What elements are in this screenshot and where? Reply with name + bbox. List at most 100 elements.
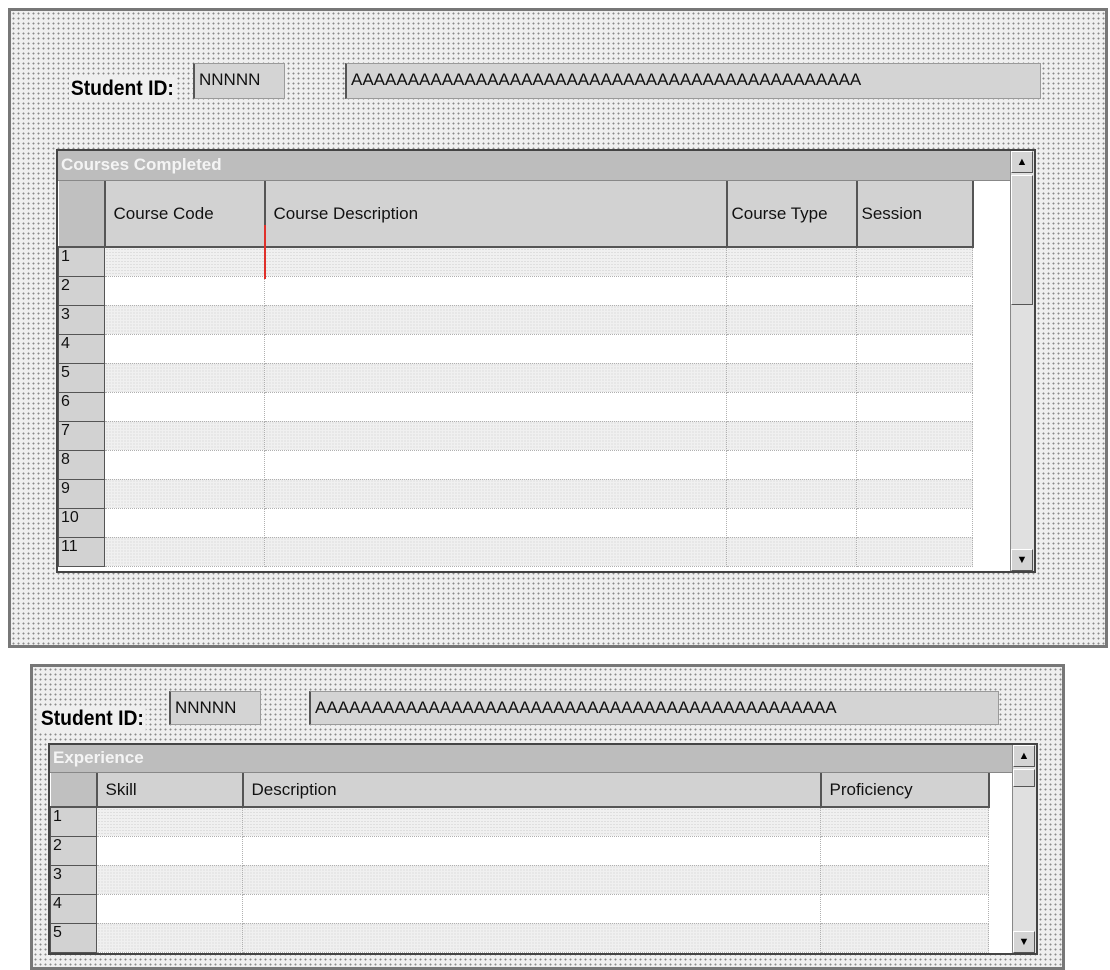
student-name-field[interactable]: AAAAAAAAAAAAAAAAAAAAAAAAAAAAAAAAAAAAAAAA…: [309, 691, 999, 725]
cell[interactable]: [726, 449, 857, 480]
cell[interactable]: [820, 922, 989, 953]
col-header-course-code[interactable]: Course Code: [104, 181, 266, 248]
row-number[interactable]: 1: [58, 246, 105, 277]
col-header-proficiency[interactable]: Proficiency: [820, 773, 990, 808]
table-row[interactable]: 2: [50, 835, 989, 866]
cell[interactable]: [726, 420, 857, 451]
col-header-course-type[interactable]: Course Type: [726, 181, 858, 248]
row-number[interactable]: 4: [58, 333, 105, 364]
cell[interactable]: [104, 478, 265, 509]
row-number[interactable]: 7: [58, 420, 105, 451]
cell[interactable]: [104, 362, 265, 393]
row-number[interactable]: 3: [50, 864, 97, 895]
row-number[interactable]: 3: [58, 304, 105, 335]
cell[interactable]: [856, 391, 973, 422]
cell[interactable]: [726, 391, 857, 422]
col-header-course-description[interactable]: Course Description: [264, 181, 728, 248]
cell[interactable]: [264, 507, 727, 538]
table-row[interactable]: 6: [58, 391, 973, 422]
cell[interactable]: [856, 275, 973, 306]
cell[interactable]: [104, 449, 265, 480]
cell[interactable]: [104, 246, 265, 277]
cell[interactable]: [96, 922, 243, 953]
row-number[interactable]: 11: [58, 536, 105, 567]
scrollbar-thumb[interactable]: [1011, 175, 1033, 305]
row-number[interactable]: 2: [50, 835, 97, 866]
row-number[interactable]: 1: [50, 806, 97, 837]
row-number[interactable]: 8: [58, 449, 105, 480]
cell[interactable]: [264, 362, 727, 393]
cell[interactable]: [726, 478, 857, 509]
cell[interactable]: [820, 835, 989, 866]
row-number[interactable]: 5: [58, 362, 105, 393]
cell[interactable]: [242, 893, 821, 924]
row-number[interactable]: 10: [58, 507, 105, 538]
cell[interactable]: [104, 536, 265, 567]
cell[interactable]: [264, 420, 727, 451]
cell[interactable]: [264, 536, 727, 567]
cell[interactable]: [264, 304, 727, 335]
cell[interactable]: [726, 507, 857, 538]
cell[interactable]: [856, 246, 973, 277]
cell[interactable]: [820, 893, 989, 924]
cell[interactable]: [820, 806, 989, 837]
cell[interactable]: [104, 333, 265, 364]
vertical-scrollbar[interactable]: ▲ ▼: [1012, 745, 1036, 953]
row-number[interactable]: 5: [50, 922, 97, 953]
col-header-skill[interactable]: Skill: [96, 773, 244, 808]
student-id-field[interactable]: NNNNN: [169, 691, 261, 725]
table-row[interactable]: 3: [58, 304, 973, 335]
table-row[interactable]: 3: [50, 864, 989, 895]
student-name-field[interactable]: AAAAAAAAAAAAAAAAAAAAAAAAAAAAAAAAAAAAAAAA…: [345, 63, 1041, 99]
cell[interactable]: [856, 333, 973, 364]
cell[interactable]: [856, 420, 973, 451]
table-row[interactable]: 4: [50, 893, 989, 924]
cell[interactable]: [726, 536, 857, 567]
scroll-down-icon[interactable]: ▼: [1013, 931, 1035, 953]
cell[interactable]: [242, 835, 821, 866]
col-header-description[interactable]: Description: [242, 773, 822, 808]
scrollbar-thumb[interactable]: [1013, 769, 1035, 787]
cell[interactable]: [264, 275, 727, 306]
cell[interactable]: [856, 449, 973, 480]
cell[interactable]: [242, 864, 821, 895]
cell[interactable]: [264, 333, 727, 364]
cell[interactable]: [104, 391, 265, 422]
cell[interactable]: [104, 304, 265, 335]
table-row[interactable]: 2: [58, 275, 973, 306]
cell[interactable]: [726, 304, 857, 335]
student-id-field[interactable]: NNNNN: [193, 63, 285, 99]
cell[interactable]: [726, 275, 857, 306]
table-row[interactable]: 9: [58, 478, 973, 509]
table-row[interactable]: 4: [58, 333, 973, 364]
cell[interactable]: [726, 246, 857, 277]
cell[interactable]: [264, 391, 727, 422]
cell[interactable]: [96, 806, 243, 837]
scroll-up-icon[interactable]: ▲: [1013, 745, 1035, 767]
cell[interactable]: [726, 333, 857, 364]
cell[interactable]: [96, 864, 243, 895]
table-row[interactable]: 11: [58, 536, 973, 567]
cell[interactable]: [264, 246, 727, 277]
cell[interactable]: [104, 275, 265, 306]
cell[interactable]: [264, 449, 727, 480]
row-number[interactable]: 2: [58, 275, 105, 306]
table-row[interactable]: 5: [58, 362, 973, 393]
table-row[interactable]: 8: [58, 449, 973, 480]
row-number[interactable]: 9: [58, 478, 105, 509]
col-header-session[interactable]: Session: [856, 181, 974, 248]
cell[interactable]: [264, 478, 727, 509]
table-row[interactable]: 1: [50, 806, 989, 837]
cell[interactable]: [856, 304, 973, 335]
cell[interactable]: [856, 362, 973, 393]
cell[interactable]: [242, 922, 821, 953]
cell[interactable]: [856, 507, 973, 538]
table-row[interactable]: 5: [50, 922, 989, 953]
row-number[interactable]: 4: [50, 893, 97, 924]
table-row[interactable]: 7: [58, 420, 973, 451]
vertical-scrollbar[interactable]: ▲ ▼: [1010, 151, 1034, 571]
table-row[interactable]: 1: [58, 246, 973, 277]
cell[interactable]: [856, 536, 973, 567]
cell[interactable]: [820, 864, 989, 895]
cell[interactable]: [242, 806, 821, 837]
